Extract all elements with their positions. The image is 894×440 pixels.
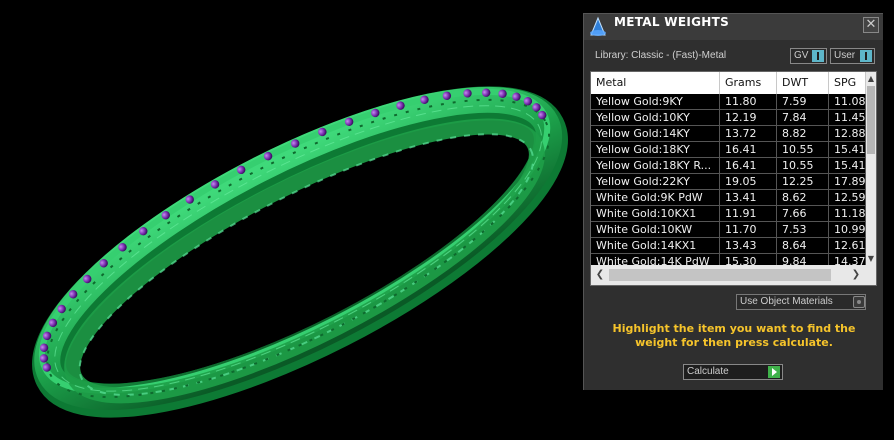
metal-table: Metal Grams DWT SPG Yellow Gold:9KY 11.80… <box>590 71 877 286</box>
cell-spg: 12.59 <box>829 190 866 205</box>
calculate-button[interactable]: Calculate <box>683 364 783 380</box>
3d-viewport[interactable] <box>0 0 583 436</box>
gv-toggle-label: GV <box>794 50 809 61</box>
scroll-left-icon[interactable]: ❮ <box>593 267 607 283</box>
cell-metal: Yellow Gold:18KY <box>591 142 720 157</box>
table-header: Metal Grams DWT SPG <box>591 72 876 94</box>
table-row[interactable]: White Gold:9K PdW 13.41 8.62 12.59 <box>591 190 866 206</box>
cell-spg: 11.18 <box>829 206 866 221</box>
cell-grams: 16.41 <box>720 142 777 157</box>
cell-dwt: 7.53 <box>777 222 829 237</box>
cell-grams: 19.05 <box>720 174 777 189</box>
table-row[interactable]: Yellow Gold:18KY 16.41 10.55 15.41 <box>591 142 866 158</box>
cell-spg: 11.45 <box>829 110 866 125</box>
cell-grams: 15.30 <box>720 254 777 265</box>
cell-grams: 11.91 <box>720 206 777 221</box>
table-row[interactable]: White Gold:14KX1 13.43 8.64 12.61 <box>591 238 866 254</box>
cell-dwt: 12.25 <box>777 174 829 189</box>
table-row[interactable]: Yellow Gold:18KY R... 16.41 10.55 15.41 <box>591 158 866 174</box>
cell-metal: Yellow Gold:9KY <box>591 94 720 109</box>
scroll-down-icon[interactable]: ▼ <box>866 253 876 265</box>
cell-dwt: 7.84 <box>777 110 829 125</box>
vertical-scrollbar[interactable]: ▲ ▼ <box>866 72 876 265</box>
cell-grams: 11.80 <box>720 94 777 109</box>
metal-weights-panel: METAL WEIGHTS ✕ Library: Classic - (Fast… <box>583 13 883 390</box>
cell-spg: 12.88 <box>829 126 866 141</box>
instruction-text: Highlight the item you want to find the … <box>612 322 856 349</box>
header-spg[interactable]: SPG <box>829 72 866 94</box>
scroll-right-icon[interactable]: ❯ <box>849 267 863 283</box>
bangle <box>32 86 568 418</box>
cell-grams: 12.19 <box>720 110 777 125</box>
toggle-knob-icon <box>860 50 872 62</box>
play-icon <box>768 366 780 378</box>
cell-dwt: 8.64 <box>777 238 829 253</box>
cell-metal: Yellow Gold:22KY <box>591 174 720 189</box>
cell-metal: Yellow Gold:10KY <box>591 110 720 125</box>
table-row[interactable]: Yellow Gold:9KY 11.80 7.59 11.08 <box>591 94 866 110</box>
cell-metal: Yellow Gold:18KY R... <box>591 158 720 173</box>
cell-grams: 13.41 <box>720 190 777 205</box>
table-row[interactable]: Yellow Gold:22KY 19.05 12.25 17.89 <box>591 174 866 190</box>
user-toggle[interactable]: User <box>830 48 875 64</box>
use-object-materials-option[interactable]: Use Object Materials <box>736 294 866 310</box>
table-row[interactable]: Yellow Gold:10KY 12.19 7.84 11.45 <box>591 110 866 126</box>
table-row[interactable]: Yellow Gold:14KY 13.72 8.82 12.88 <box>591 126 866 142</box>
cell-metal: White Gold:9K PdW <box>591 190 720 205</box>
cell-dwt: 8.62 <box>777 190 829 205</box>
panel-title: METAL WEIGHTS <box>614 15 730 29</box>
cell-metal: Yellow Gold:14KY <box>591 126 720 141</box>
cell-spg: 14.37 <box>829 254 866 265</box>
cell-grams: 13.43 <box>720 238 777 253</box>
scroll-up-icon[interactable]: ▲ <box>866 73 876 85</box>
header-grams[interactable]: Grams <box>720 72 777 94</box>
panel-titlebar[interactable]: METAL WEIGHTS ✕ <box>584 14 883 40</box>
cell-metal: White Gold:14K PdW <box>591 254 720 265</box>
cell-dwt: 10.55 <box>777 142 829 157</box>
cell-grams: 16.41 <box>720 158 777 173</box>
cell-grams: 13.72 <box>720 126 777 141</box>
library-label: Library: Classic - (Fast)-Metal <box>595 50 727 61</box>
toggle-knob-icon <box>812 50 824 62</box>
cell-metal: White Gold:10KX1 <box>591 206 720 221</box>
cell-spg: 17.89 <box>829 174 866 189</box>
cell-spg: 15.41 <box>829 158 866 173</box>
cell-spg: 15.41 <box>829 142 866 157</box>
horizontal-scrollbar[interactable]: ❮ ❯ <box>591 265 876 285</box>
calculate-label: Calculate <box>687 366 729 377</box>
cell-dwt: 7.59 <box>777 94 829 109</box>
scroll-thumb[interactable] <box>867 86 875 154</box>
bangle-render <box>32 86 568 418</box>
table-row[interactable]: White Gold:10KX1 11.91 7.66 11.18 <box>591 206 866 222</box>
cell-metal: White Gold:10KW <box>591 222 720 237</box>
cell-spg: 10.99 <box>829 222 866 237</box>
table-body: Yellow Gold:9KY 11.80 7.59 11.08 Yellow Gold… <box>591 94 866 265</box>
app-logo-icon <box>590 16 606 36</box>
user-toggle-label: User <box>834 50 856 61</box>
cell-dwt: 10.55 <box>777 158 829 173</box>
close-button[interactable]: ✕ <box>863 17 879 33</box>
cell-dwt: 7.66 <box>777 206 829 221</box>
cell-dwt: 8.82 <box>777 126 829 141</box>
cell-spg: 11.08 <box>829 94 866 109</box>
header-dwt[interactable]: DWT <box>777 72 829 94</box>
gv-toggle[interactable]: GV <box>790 48 827 64</box>
use-object-materials-label: Use Object Materials <box>740 296 833 307</box>
header-metal[interactable]: Metal <box>591 72 720 94</box>
radio-icon[interactable] <box>853 296 865 308</box>
table-row[interactable]: White Gold:14K PdW 15.30 9.84 14.37 <box>591 254 866 265</box>
cell-grams: 11.70 <box>720 222 777 237</box>
cell-spg: 12.61 <box>829 238 866 253</box>
cell-dwt: 9.84 <box>777 254 829 265</box>
table-row[interactable]: White Gold:10KW 11.70 7.53 10.99 <box>591 222 866 238</box>
hscroll-thumb[interactable] <box>609 269 831 281</box>
cell-metal: White Gold:14KX1 <box>591 238 720 253</box>
